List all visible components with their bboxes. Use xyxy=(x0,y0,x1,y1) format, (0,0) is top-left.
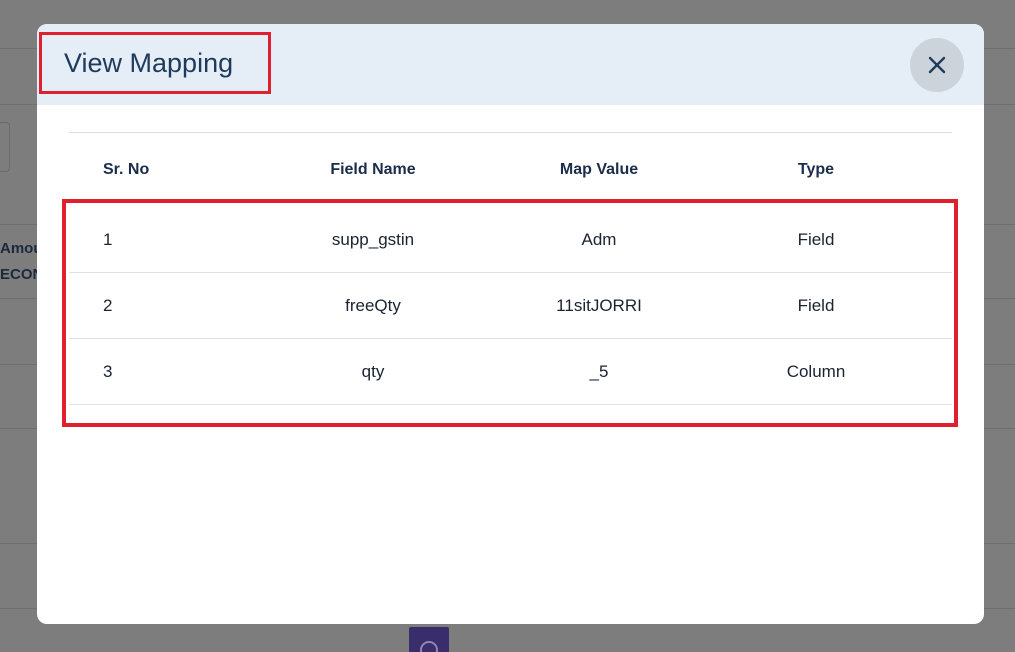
header-type: Type xyxy=(797,161,835,178)
table-header-row: Sr. No Field Name Map Value Type xyxy=(69,133,952,207)
table-row: 1 supp_gstin Adm Field xyxy=(69,207,952,273)
header-map-value: Map Value xyxy=(559,161,639,178)
close-icon xyxy=(928,56,946,74)
modal-header: View Mapping xyxy=(37,24,984,105)
cell-type: Column xyxy=(786,361,846,381)
table-row: 2 freeQty 11sitJORRI Field xyxy=(69,273,952,339)
cell-sr-no: 3 xyxy=(103,361,113,381)
cell-type: Field xyxy=(797,229,835,249)
cell-field-name: supp_gstin xyxy=(331,229,415,249)
table-row: 3 qty _5 Column xyxy=(69,339,952,405)
cell-field-name: qty xyxy=(361,361,385,381)
cell-sr-no: 2 xyxy=(103,295,113,315)
background-input xyxy=(0,122,10,172)
view-mapping-modal: View Mapping Sr. No Field Name Map Value… xyxy=(37,24,984,624)
cell-type: Field xyxy=(797,295,835,315)
cell-sr-no: 1 xyxy=(103,229,113,249)
background-action-button xyxy=(409,627,449,652)
cell-field-name: freeQty xyxy=(345,295,401,315)
circle-icon xyxy=(420,641,438,652)
header-field-name: Field Name xyxy=(330,161,416,178)
mapping-table: Sr. No Field Name Map Value Type 1 supp_… xyxy=(69,132,952,405)
header-sr-no: Sr. No xyxy=(103,161,150,178)
cell-map-value: _5 xyxy=(589,361,609,381)
close-button[interactable] xyxy=(910,38,964,92)
cell-map-value: Adm xyxy=(581,229,617,249)
cell-map-value: 11sitJORRI xyxy=(556,295,642,315)
title-highlight-box xyxy=(39,32,271,94)
